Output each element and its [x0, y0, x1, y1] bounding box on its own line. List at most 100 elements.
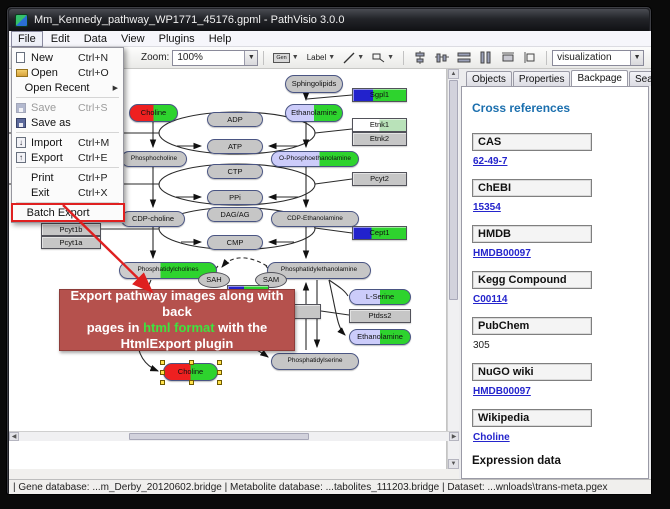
file-menu-item-new[interactable]: NewCtrl+N	[13, 50, 122, 65]
backpage-panel[interactable]: Cross references CAS62-49-7ChEBI15354HMD…	[461, 86, 649, 479]
canvas-vertical-scrollbar[interactable]: ▲ ▼	[447, 69, 459, 469]
chevron-down-icon[interactable]: ▼	[387, 54, 394, 61]
selection-handle[interactable]	[160, 360, 165, 365]
node-label: PPi	[229, 194, 241, 202]
align-vertical-center-button[interactable]	[431, 49, 453, 67]
crossref-id-link[interactable]: C00114	[473, 294, 507, 305]
tab-properties[interactable]: Properties	[513, 71, 571, 86]
crossref-id-link[interactable]: HMDB00097	[473, 248, 531, 259]
scroll-up-icon[interactable]: ▲	[448, 69, 459, 79]
tab-search[interactable]: Search	[629, 71, 651, 86]
node-ethanolamine-top[interactable]: Ethanolamine	[285, 104, 343, 122]
node-phosphocholine[interactable]: Phosphocholine	[121, 151, 187, 167]
node-label: Phosphatidylcholines	[137, 267, 198, 274]
common-height-button[interactable]	[453, 49, 475, 67]
chevron-down-icon[interactable]: ▼	[357, 54, 364, 61]
align-horizontal-center-button[interactable]	[409, 49, 431, 67]
menu-item-edit[interactable]: Edit	[45, 32, 76, 46]
node-sphingolipids[interactable]: Sphingolipids	[285, 75, 343, 93]
file-menu-item-batch-export[interactable]: Batch Export	[13, 205, 122, 220]
align-top-button[interactable]	[497, 49, 519, 67]
menu-item-file[interactable]: File	[11, 31, 43, 47]
node-choline-bottom[interactable]: Choline	[163, 363, 218, 381]
tab-backpage[interactable]: Backpage	[571, 70, 627, 87]
file-menu-item-print[interactable]: PrintCtrl+P	[13, 170, 122, 185]
node-label: ATP	[228, 143, 242, 151]
zoom-dropdown-icon[interactable]: ▼	[244, 51, 257, 65]
node-cdp-choline[interactable]: CDP-choline	[121, 211, 185, 227]
node-ethanolamine-bottom[interactable]: Ethanolamine	[349, 329, 411, 345]
menu-item-plugins[interactable]: Plugins	[153, 32, 201, 46]
file-menu-item-open-recent[interactable]: Open Recent▶	[13, 80, 122, 95]
node-l-serine[interactable]: L-Serine	[349, 289, 411, 305]
node-o-phosphoethanolamine[interactable]: O-Phosphoethanolamine	[271, 151, 359, 167]
zoom-combobox[interactable]: 100% ▼	[172, 50, 258, 66]
title-bar[interactable]: Mm_Kennedy_pathway_WP1771_45176.gpml - P…	[9, 9, 649, 31]
chevron-down-icon[interactable]: ▼	[328, 54, 335, 61]
crossref-id-link[interactable]: 15354	[473, 202, 501, 213]
node-choline-top[interactable]: Choline	[129, 104, 178, 122]
node-dag-ag[interactable]: DAG/AG	[207, 207, 263, 222]
file-menu-item-save-as[interactable]: Save as	[13, 115, 122, 130]
node-atp[interactable]: ATP	[207, 139, 263, 154]
crossref-id-link[interactable]: Choline	[473, 432, 510, 443]
align-left-button[interactable]	[519, 49, 541, 67]
window-title: Mm_Kennedy_pathway_WP1771_45176.gpml - P…	[34, 14, 344, 26]
node-pcyt2[interactable]: Pcyt2	[352, 172, 407, 186]
common-width-button[interactable]	[475, 49, 497, 67]
node-ppi[interactable]: PPi	[207, 190, 263, 205]
selection-handle[interactable]	[160, 370, 165, 375]
scroll-down-icon[interactable]: ▼	[448, 459, 459, 469]
line-tool-button[interactable]: ▼	[339, 49, 368, 67]
crossref-database-name: ChEBI	[472, 179, 592, 197]
menu-item-label: Save	[31, 102, 78, 114]
menu-item-help[interactable]: Help	[203, 32, 238, 46]
node-label: Choline	[141, 109, 166, 117]
selection-handle[interactable]	[217, 380, 222, 385]
menu-item-label: Save as	[31, 117, 78, 129]
shape-tool-button[interactable]: ▼	[368, 49, 398, 67]
expression-data-heading: Expression data	[472, 455, 648, 467]
tab-objects[interactable]: Objects	[466, 71, 512, 86]
node-pcyt1a[interactable]: Pcyt1a	[41, 236, 101, 249]
common-height-icon	[457, 51, 471, 64]
node-label: Cept1	[369, 229, 389, 237]
node-label: L-Serine	[366, 293, 394, 301]
scroll-right-icon[interactable]: ▶	[449, 432, 459, 441]
selection-handle[interactable]	[217, 360, 222, 365]
node-sah[interactable]: SAH	[198, 272, 230, 288]
file-menu-item-export[interactable]: ↑ExportCtrl+E	[13, 150, 122, 165]
gene-datanode-tool-button[interactable]: Gen ▼	[269, 49, 302, 67]
node-sgpl1[interactable]: Sgpl1	[352, 88, 407, 102]
scrollbar-thumb[interactable]	[449, 80, 458, 300]
node-adp[interactable]: ADP	[207, 112, 263, 127]
file-menu-item-open[interactable]: OpenCtrl+O	[13, 65, 122, 80]
selection-handle[interactable]	[160, 380, 165, 385]
file-menu-dropdown: NewCtrl+NOpenCtrl+OOpen Recent▶ Save Ctrl+…	[11, 47, 124, 223]
node-etnk1[interactable]: Etnk1	[352, 118, 407, 132]
node-cmp[interactable]: CMP	[207, 235, 263, 250]
crossref-id-link[interactable]: HMDB00097	[473, 386, 531, 397]
node-etnk2[interactable]: Etnk2	[352, 132, 407, 146]
visualization-dropdown-icon[interactable]: ▼	[630, 51, 643, 65]
selection-handle[interactable]	[189, 380, 194, 385]
node-ctp[interactable]: CTP	[207, 164, 263, 179]
node-ptdss2[interactable]: Ptdss2	[349, 309, 411, 323]
menu-item-shortcut: Ctrl+X	[78, 187, 118, 199]
file-menu-item-import[interactable]: ↓ImportCtrl+M	[13, 135, 122, 150]
chevron-down-icon[interactable]: ▼	[292, 54, 299, 61]
label-tool-button[interactable]: Label ▼	[303, 49, 340, 67]
node-cdp-ethanolamine[interactable]: CDP-Ethanolamine	[271, 211, 359, 227]
crossref-section-hmdb: HMDBHMDB00097	[472, 225, 648, 261]
selection-handle[interactable]	[189, 360, 194, 365]
node-label: SAH	[206, 276, 221, 284]
visualization-combobox[interactable]: visualization ▼	[552, 50, 644, 66]
file-menu-item-exit[interactable]: ExitCtrl+X	[13, 185, 122, 200]
menu-item-view[interactable]: View	[115, 32, 151, 46]
menu-item-data[interactable]: Data	[78, 32, 113, 46]
selection-handle[interactable]	[217, 370, 222, 375]
node-cept1[interactable]: Cept1	[352, 226, 407, 240]
node-pcyt1b[interactable]: Pcyt1b	[41, 223, 101, 236]
node-phosphatidylserine[interactable]: Phosphatidylserine	[271, 353, 359, 370]
crossref-id-link[interactable]: 62-49-7	[473, 156, 507, 167]
